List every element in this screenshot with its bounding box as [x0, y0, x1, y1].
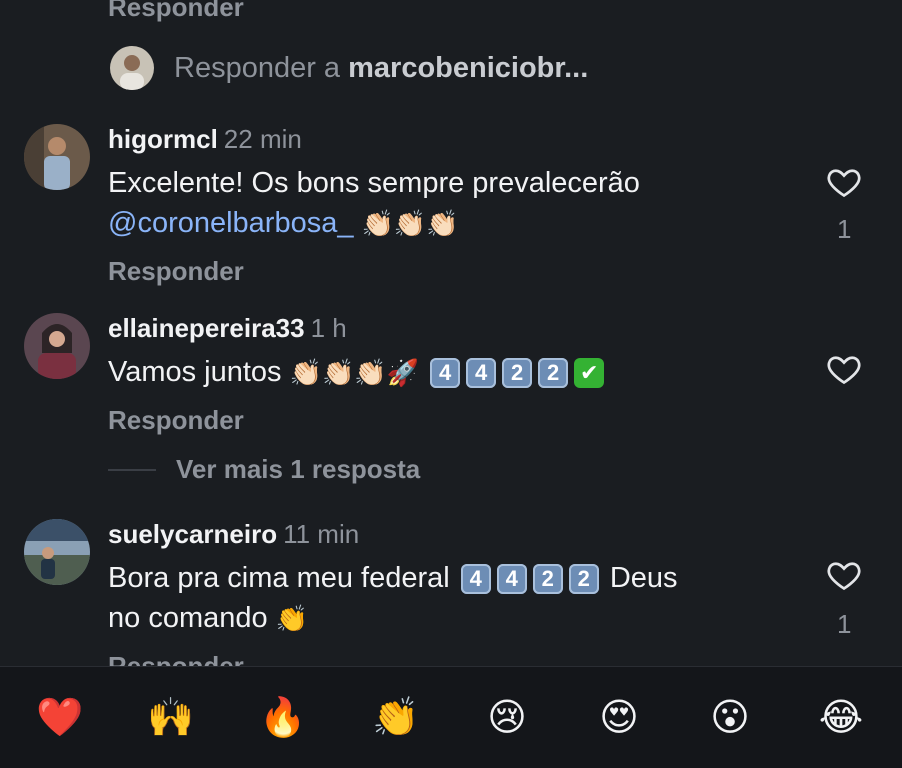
reply-to-username: marcobeniciobr...	[348, 51, 589, 84]
surprised-reaction-icon[interactable]: 😮	[700, 687, 760, 747]
check-mark-icon: ✔	[574, 358, 605, 389]
reply-to-prefix: Responder a	[174, 51, 341, 84]
comment-time: 22 min	[223, 124, 302, 154]
keycap-digit: 4	[460, 564, 491, 595]
comment-username[interactable]: ellainepereira33	[108, 313, 305, 343]
like-count: 1	[837, 214, 852, 244]
reply-composer[interactable]: Responder a marcobeniciobr...	[110, 45, 588, 91]
clap-emoji: 👏	[275, 604, 309, 635]
comment-time: 1 h	[310, 313, 347, 343]
comment-time: 11 min	[283, 519, 360, 549]
comment-text-line: Bora pra cima meu federal	[108, 562, 450, 594]
comment-text: Vamos juntos 👏🏻👏🏻👏🏻🚀 4 4 2 2 ✔	[108, 352, 822, 393]
clap-rocket-emojis: 👏🏻👏🏻👏🏻🚀	[289, 358, 420, 389]
comment-text-line: no comando	[108, 602, 268, 634]
keycap-digit: 2	[568, 564, 599, 595]
like-count: 1	[837, 609, 852, 639]
comment-text-line: Excelente! Os bons sempre prevalecerão	[108, 167, 640, 199]
comment-text: Excelente! Os bons sempre prevalecerão @…	[108, 163, 822, 244]
view-more-replies[interactable]: Ver mais 1 resposta	[108, 454, 420, 485]
comment-username[interactable]: suelycarneiro	[108, 519, 277, 549]
thread-line	[108, 468, 156, 471]
like-heart-icon[interactable]	[826, 351, 862, 387]
like-heart-icon[interactable]	[826, 557, 862, 593]
reply-button[interactable]: Responder	[108, 405, 822, 436]
current-user-avatar	[110, 46, 154, 90]
heart-eyes-reaction-icon[interactable]: 😍	[589, 687, 649, 747]
reply-to-text: Responder a marcobeniciobr...	[174, 52, 588, 85]
reaction-bar: ❤️ 🙌 🔥 👏 😢 😍 😮 😂	[0, 666, 902, 768]
laughing-reaction-icon[interactable]: 😂	[811, 687, 871, 747]
reply-button[interactable]: Responder	[108, 256, 822, 287]
mention-link[interactable]: @coronelbarbosa_	[108, 207, 353, 239]
avatar[interactable]	[24, 124, 90, 190]
view-more-label: Ver mais 1 resposta	[176, 454, 421, 484]
crying-reaction-icon[interactable]: 😢	[477, 687, 537, 747]
comment-text-end: Deus	[609, 562, 678, 594]
like-heart-icon[interactable]	[826, 164, 862, 200]
clap-reaction-icon[interactable]: 👏	[366, 687, 426, 747]
reply-link-previous[interactable]: Responder	[108, 0, 244, 23]
comment-text-line: Vamos juntos	[108, 356, 282, 388]
keycap-digit: 4	[496, 564, 527, 595]
fire-reaction-icon[interactable]: 🔥	[253, 687, 313, 747]
keycap-digit: 2	[538, 358, 569, 389]
keycap-digit: 4	[430, 358, 461, 389]
comment-username[interactable]: higormcl	[108, 124, 218, 154]
keycap-digit: 2	[532, 564, 563, 595]
avatar[interactable]	[24, 519, 90, 585]
keycap-digit: 4	[466, 358, 497, 389]
raised-hands-reaction-icon[interactable]: 🙌	[141, 687, 201, 747]
keycap-digit: 2	[502, 358, 533, 389]
heart-reaction-icon[interactable]: ❤️	[30, 687, 90, 747]
clap-emojis: 👏🏻👏🏻👏🏻	[361, 209, 459, 240]
avatar[interactable]	[24, 313, 90, 379]
comment-text: Bora pra cima meu federal 4422 Deus no c…	[108, 558, 822, 639]
